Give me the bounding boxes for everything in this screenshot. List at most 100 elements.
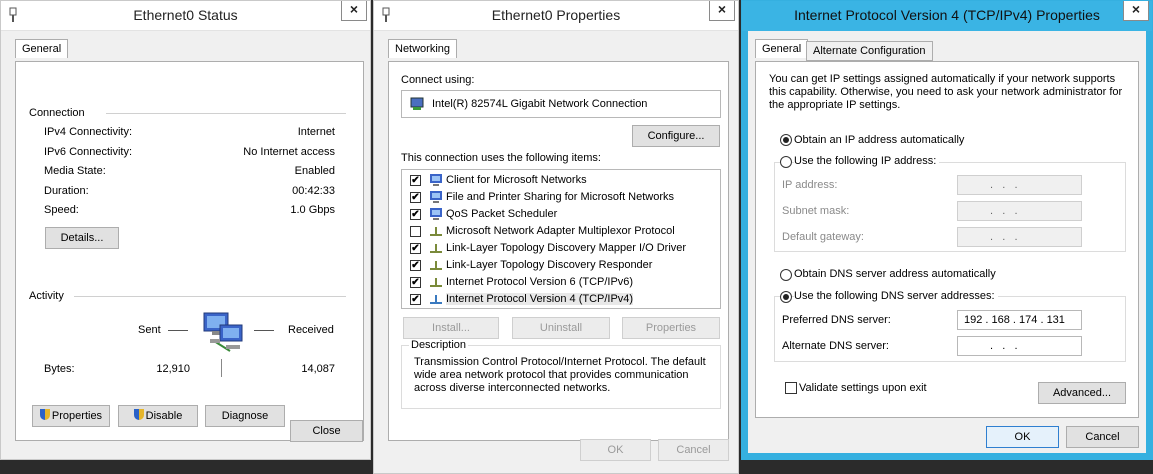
status-properties-button[interactable]: Properties	[32, 405, 110, 427]
status-close-button[interactable]: Close	[290, 420, 363, 442]
activity-header: Activity	[29, 290, 64, 302]
protocol-icon	[430, 227, 442, 236]
status-panel: Connection IPv4 Connectivity: Internet I…	[15, 61, 364, 441]
properties-titlebar[interactable]: Ethernet0 Properties ×	[374, 1, 738, 31]
checkbox[interactable]: ✔	[410, 260, 421, 271]
checkbox[interactable]: ✔	[410, 209, 421, 220]
ip-address-label: IP address:	[782, 179, 838, 191]
checkbox[interactable]: ✔	[410, 175, 421, 186]
list-item[interactable]: ✔ Link-Layer Topology Discovery Mapper I…	[408, 240, 718, 257]
bytes-received-value: 14,087	[301, 363, 335, 375]
ipv6-connectivity-value: No Internet access	[243, 146, 335, 158]
properties-panel: Connect using: Intel(R) 82574L Gigabit N…	[388, 61, 729, 441]
obtain-ip-auto-radio[interactable]	[780, 134, 792, 146]
ipv4-title: Internet Protocol Version 4 (TCP/IPv4) P…	[794, 7, 1100, 23]
checkbox[interactable]: ✔	[410, 243, 421, 254]
ipv4-body: General Alternate Configuration You can …	[748, 31, 1146, 453]
properties-title: Ethernet0 Properties	[491, 7, 621, 23]
status-body: General Connection IPv4 Connectivity: In…	[1, 31, 370, 459]
ipv4-cancel-button[interactable]: Cancel	[1066, 426, 1139, 448]
list-item[interactable]: ✔ Client for Microsoft Networks	[408, 172, 718, 189]
protocol-icon	[430, 261, 442, 270]
adapter-name: Intel(R) 82574L Gigabit Network Connecti…	[432, 98, 648, 110]
protocol-icon	[430, 295, 442, 304]
preferred-dns-label: Preferred DNS server:	[782, 314, 891, 326]
properties-ok-button[interactable]: OK	[580, 439, 651, 461]
item-label: QoS Packet Scheduler	[446, 208, 558, 220]
tab-general[interactable]: General	[15, 39, 69, 58]
item-label: Client for Microsoft Networks	[446, 174, 587, 186]
items-label: This connection uses the following items…	[401, 152, 601, 164]
received-line	[254, 330, 274, 331]
properties-cancel-button[interactable]: Cancel	[658, 439, 729, 461]
properties-body: Networking Connect using: Intel(R) 82574…	[374, 31, 738, 473]
use-following-ip-label: Use the following IP address:	[794, 155, 940, 167]
intro-text: You can get IP settings assigned automat…	[769, 73, 1123, 111]
subnet-mask-field[interactable]: . . .	[957, 201, 1082, 221]
network-adapter-icon	[410, 97, 424, 110]
validate-label: Validate settings upon exit	[799, 382, 927, 394]
preferred-dns-field[interactable]: 192 . 168 . 174 . 131	[957, 310, 1082, 330]
use-following-ip-radio[interactable]	[780, 156, 792, 168]
alternate-dns-field[interactable]: . . .	[957, 336, 1082, 356]
connect-using-label: Connect using:	[401, 74, 475, 86]
items-list: ✔ Client for Microsoft Networks ✔ File a…	[401, 169, 721, 309]
client-network-icon	[430, 174, 442, 186]
list-item[interactable]: ✔ File and Printer Sharing for Microsoft…	[408, 189, 718, 206]
item-label: Microsoft Network Adapter Multiplexor Pr…	[446, 225, 675, 237]
diagnose-button[interactable]: Diagnose	[205, 405, 285, 427]
obtain-dns-auto-radio[interactable]	[780, 269, 792, 281]
bytes-divider	[221, 359, 222, 377]
properties-window: Ethernet0 Properties × Networking Connec…	[373, 0, 739, 474]
file-sharing-icon	[430, 191, 442, 203]
media-state-label: Media State:	[44, 165, 106, 177]
checkbox[interactable]: ✔	[410, 277, 421, 288]
install-button[interactable]: Install...	[403, 317, 499, 339]
list-item[interactable]: Microsoft Network Adapter Multiplexor Pr…	[408, 223, 718, 240]
checkbox[interactable]: ✔	[410, 192, 421, 203]
speed-label: Speed:	[44, 204, 79, 216]
advanced-button[interactable]: Advanced...	[1038, 382, 1126, 404]
item-label: Internet Protocol Version 4 (TCP/IPv4)	[446, 293, 634, 305]
validate-checkbox[interactable]	[785, 382, 797, 394]
item-properties-button[interactable]: Properties	[622, 317, 720, 339]
checkbox[interactable]	[410, 226, 421, 237]
ipv4-connectivity-value: Internet	[297, 126, 335, 138]
obtain-dns-auto-label: Obtain DNS server address automatically	[794, 268, 996, 280]
list-item[interactable]: ✔ Link-Layer Topology Discovery Responde…	[408, 257, 718, 274]
shield-icon	[133, 409, 144, 420]
close-icon[interactable]: ×	[1123, 1, 1149, 21]
activity-divider	[74, 296, 346, 297]
details-button[interactable]: Details...	[45, 227, 119, 249]
status-title: Ethernet0 Status	[133, 7, 238, 23]
default-gateway-field[interactable]: . . .	[957, 227, 1082, 247]
bytes-sent-value: 12,910	[156, 363, 190, 375]
use-following-dns-label: Use the following DNS server addresses:	[794, 290, 998, 302]
ipv4-titlebar[interactable]: Internet Protocol Version 4 (TCP/IPv4) P…	[742, 1, 1152, 31]
connection-header: Connection	[29, 107, 85, 119]
checkbox[interactable]: ✔	[410, 294, 421, 305]
close-icon[interactable]: ×	[709, 1, 735, 21]
sent-line	[168, 330, 188, 331]
uninstall-button[interactable]: Uninstall	[512, 317, 610, 339]
use-following-dns-radio[interactable]	[780, 291, 792, 303]
obtain-ip-auto-label: Obtain an IP address automatically	[794, 134, 965, 146]
tab-general[interactable]: General	[755, 39, 809, 58]
configure-button[interactable]: Configure...	[632, 125, 720, 147]
qos-scheduler-icon	[430, 208, 442, 220]
tab-alternate-configuration[interactable]: Alternate Configuration	[806, 41, 933, 61]
protocol-icon	[430, 244, 442, 253]
list-item[interactable]: ✔ Internet Protocol Version 6 (TCP/IPv6)	[408, 274, 718, 291]
list-item-selected[interactable]: ✔ Internet Protocol Version 4 (TCP/IPv4)	[408, 291, 718, 308]
status-titlebar[interactable]: Ethernet0 Status ×	[1, 1, 370, 31]
disable-button[interactable]: Disable	[118, 405, 198, 427]
close-icon[interactable]: ×	[341, 1, 367, 21]
ipv4-ok-button[interactable]: OK	[986, 426, 1059, 448]
tab-networking[interactable]: Networking	[388, 39, 458, 58]
ip-address-field[interactable]: . . .	[957, 175, 1082, 195]
media-state-value: Enabled	[294, 165, 335, 177]
disable-label: Disable	[145, 410, 183, 422]
list-item[interactable]: ✔ QoS Packet Scheduler	[408, 206, 718, 223]
received-label: Received	[288, 324, 334, 336]
item-label: File and Printer Sharing for Microsoft N…	[446, 191, 675, 203]
